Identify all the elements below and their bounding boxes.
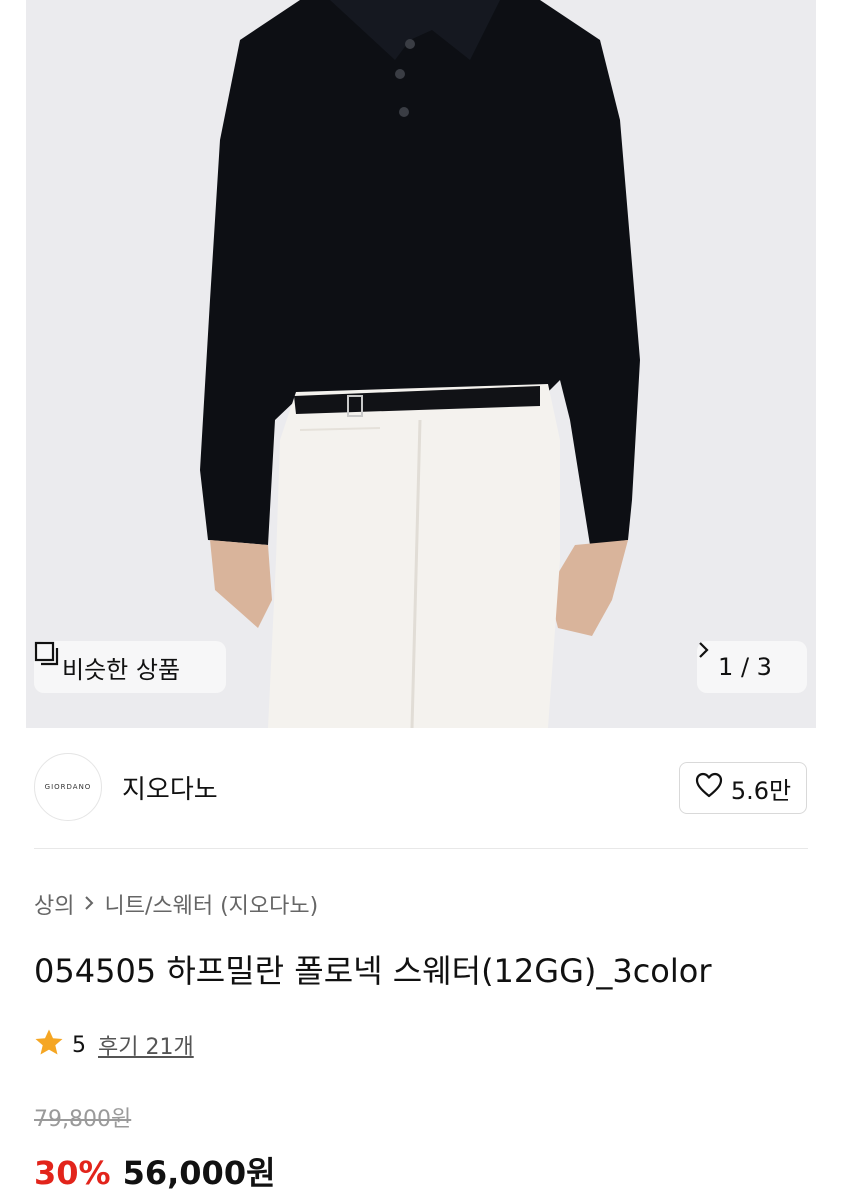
like-button[interactable]: 5.6만 bbox=[679, 762, 807, 814]
chevron-right-icon bbox=[84, 892, 94, 917]
final-price: 56,000원 bbox=[122, 1154, 276, 1192]
heart-icon bbox=[695, 772, 723, 804]
brand-row: GIORDANO 지오다노 5.6만 bbox=[0, 729, 842, 849]
brand-logo[interactable]: GIORDANO bbox=[34, 753, 102, 821]
divider bbox=[34, 848, 808, 849]
price-row: 30% 56,000원 bbox=[34, 1148, 276, 1194]
breadcrumb-subcategory[interactable]: 니트/스웨터 (지오다노) bbox=[104, 888, 318, 920]
breadcrumb: 상의 니트/스웨터 (지오다노) bbox=[34, 888, 318, 920]
original-price: 79,800원 bbox=[34, 1107, 132, 1132]
rating-score: 5 bbox=[72, 1032, 86, 1058]
brand-logo-text: GIORDANO bbox=[44, 783, 92, 791]
breadcrumb-category[interactable]: 상의 bbox=[34, 888, 74, 920]
rating-summary: 5 후기 21개 bbox=[34, 1028, 194, 1062]
gallery-margin-right bbox=[816, 0, 842, 728]
discount-rate: 30% bbox=[34, 1154, 111, 1192]
reviews-link[interactable]: 후기 21개 bbox=[98, 1029, 194, 1061]
product-title: 054505 하프밀란 폴로넥 스웨터(12GG)_3color bbox=[34, 952, 712, 990]
brand-name[interactable]: 지오다노 bbox=[122, 769, 218, 806]
similar-products-label: 비슷한 상품 bbox=[62, 655, 181, 684]
like-count: 5.6만 bbox=[730, 776, 792, 805]
gallery-page-indicator: 1 / 3 bbox=[718, 653, 772, 681]
gallery-pager[interactable]: 1 / 3 bbox=[697, 641, 807, 693]
similar-products-button[interactable]: 비슷한 상품 bbox=[34, 641, 226, 693]
model-illustration bbox=[200, 0, 640, 728]
star-icon bbox=[34, 1028, 64, 1062]
product-image-gallery[interactable]: 비슷한 상품 1 / 3 bbox=[0, 0, 842, 728]
